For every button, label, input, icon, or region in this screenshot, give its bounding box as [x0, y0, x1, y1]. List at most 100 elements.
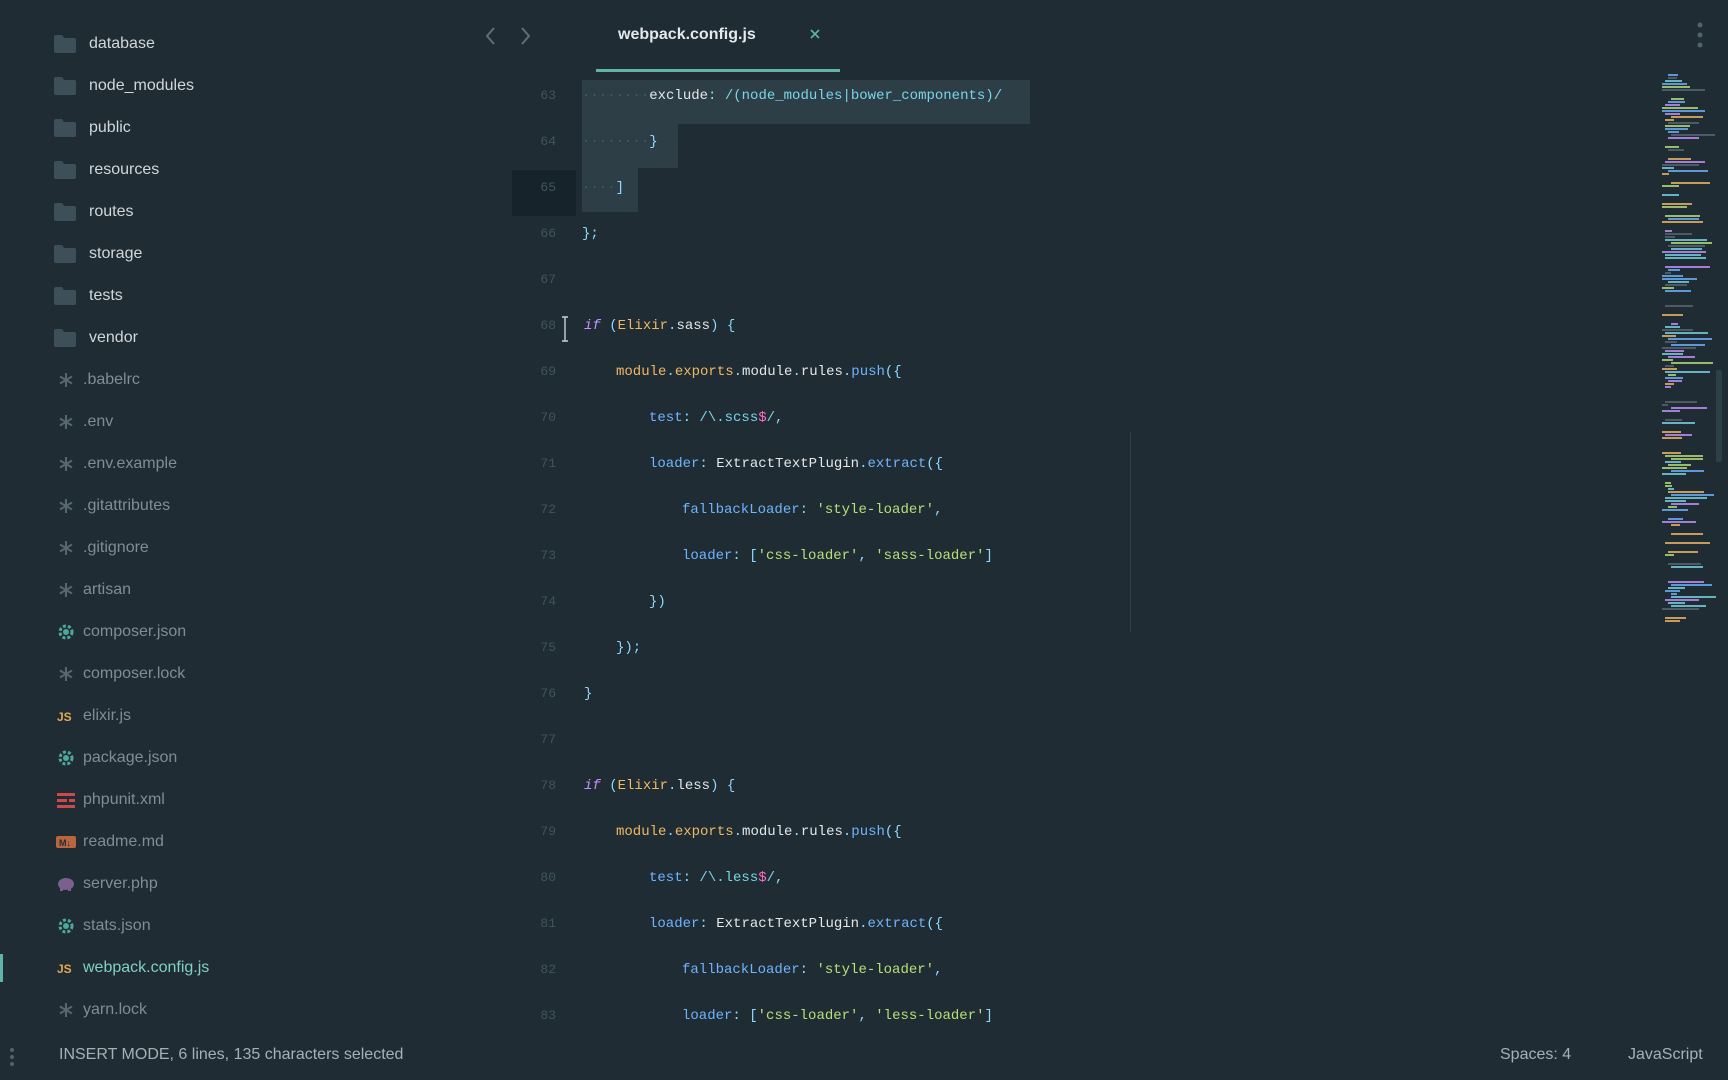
folder-item[interactable]: database: [0, 23, 512, 65]
file-item[interactable]: server.php: [0, 863, 512, 905]
minimap-line: [1665, 284, 1687, 286]
minimap-line: [1662, 410, 1680, 412]
minimap-line: [1668, 338, 1712, 340]
asterisk-icon: [56, 1000, 76, 1020]
asterisk-icon: [56, 538, 76, 558]
folder-item[interactable]: node_modules: [0, 65, 512, 107]
asterisk-icon: [56, 370, 76, 390]
minimap-line: [1662, 329, 1693, 331]
folder-item[interactable]: vendor: [0, 317, 512, 359]
minimap-line: [1665, 341, 1677, 343]
minimap-line: [1665, 236, 1675, 238]
tree-item-label: phpunit.xml: [83, 791, 165, 808]
minimap-line: [1671, 242, 1712, 244]
minimap-line: [1662, 221, 1703, 223]
file-item[interactable]: composer.json: [0, 611, 512, 653]
asterisk-icon: [56, 412, 76, 432]
forward-arrow-icon[interactable]: [516, 24, 534, 48]
tree-item-label: yarn.lock: [83, 1001, 148, 1018]
minimap-line: [1665, 80, 1682, 82]
minimap-line: [1665, 233, 1692, 235]
minimap-line: [1671, 458, 1703, 460]
code-editor[interactable]: 63 ········exclude: /(node_modules|bower_…: [512, 72, 1656, 1032]
minimap-line: [1665, 386, 1671, 388]
file-item[interactable]: stats.json: [0, 905, 512, 947]
code-line: 74}): [540, 594, 666, 610]
status-menu-icon[interactable]: [8, 1046, 16, 1068]
gear-icon: [56, 916, 76, 936]
file-item[interactable]: JS elixir.js: [0, 695, 512, 737]
minimap-line: [1662, 359, 1673, 361]
more-options-icon[interactable]: [1692, 20, 1708, 50]
tree-item-label: server.php: [83, 875, 158, 892]
minimap-line: [1665, 419, 1682, 421]
tree-item-label: package.json: [83, 749, 178, 766]
minimap[interactable]: [1662, 72, 1722, 632]
language-mode[interactable]: JavaScript: [1628, 1046, 1703, 1064]
tree-item-label: vendor: [89, 329, 138, 346]
file-item[interactable]: .babelrc: [0, 359, 512, 401]
file-item[interactable]: package.json: [0, 737, 512, 779]
minimap-line: [1665, 461, 1681, 463]
minimap-line: [1665, 434, 1692, 436]
indentation-setting[interactable]: Spaces: 4: [1500, 1046, 1571, 1064]
folder-item[interactable]: routes: [0, 191, 512, 233]
minimap-line: [1665, 542, 1710, 544]
folder-item[interactable]: public: [0, 107, 512, 149]
code-line: 67: [540, 272, 556, 287]
tree-item-label: composer.lock: [83, 665, 186, 682]
minimap-line: [1671, 98, 1684, 100]
code-line: 76}: [540, 686, 593, 702]
folder-item[interactable]: storage: [0, 233, 512, 275]
close-icon[interactable]: [808, 27, 822, 41]
minimap-line: [1662, 194, 1679, 196]
folder-icon: [53, 160, 77, 180]
file-item[interactable]: phpunit.xml: [0, 779, 512, 821]
minimap-line: [1665, 113, 1680, 115]
minimap-line: [1671, 533, 1703, 535]
tree-item-label: .babelrc: [83, 371, 140, 388]
tab-title: webpack.config.js: [618, 26, 756, 43]
file-item[interactable]: M↓ readme.md: [0, 821, 512, 863]
folder-icon: [53, 34, 77, 54]
code-line: 66};: [540, 226, 599, 242]
folder-item[interactable]: resources: [0, 149, 512, 191]
minimap-line: [1662, 437, 1682, 439]
minimap-line: [1668, 602, 1685, 604]
folder-item[interactable]: tests: [0, 275, 512, 317]
code-line: 69 module.exports.module.rules.push({: [540, 364, 902, 380]
minimap-line: [1662, 251, 1706, 253]
minimap-scrollbar[interactable]: [1716, 370, 1722, 462]
minimap-line: [1671, 362, 1713, 364]
minimap-line: [1662, 86, 1690, 88]
minimap-line: [1665, 371, 1710, 373]
back-arrow-icon[interactable]: [482, 24, 500, 48]
minimap-line: [1668, 356, 1695, 358]
file-item[interactable]: .env.example: [0, 443, 512, 485]
code-line: 83 loader: ['css-loader', 'less-loader']: [540, 1008, 993, 1024]
file-item[interactable]: yarn.lock: [0, 989, 512, 1031]
file-item[interactable]: composer.lock: [0, 653, 512, 695]
file-item[interactable]: .env: [0, 401, 512, 443]
file-item[interactable]: .gitignore: [0, 527, 512, 569]
folder-icon: [53, 328, 77, 348]
minimap-line: [1671, 182, 1710, 184]
tab-webpack-config[interactable]: webpack.config.js: [596, 0, 840, 72]
minimap-line: [1665, 401, 1697, 403]
minimap-line: [1665, 455, 1703, 457]
text-cursor-icon: [562, 316, 568, 342]
minimap-line: [1671, 248, 1702, 250]
tree-item-label: tests: [89, 287, 123, 304]
file-item[interactable]: artisan: [0, 569, 512, 611]
asterisk-icon: [56, 580, 76, 600]
minimap-line: [1668, 563, 1701, 565]
minimap-line: [1665, 377, 1683, 379]
tree-item-label: .gitignore: [83, 539, 149, 556]
asterisk-icon: [56, 664, 76, 684]
file-item[interactable]: JS webpack.config.js: [0, 947, 512, 989]
minimap-line: [1662, 431, 1681, 433]
minimap-line: [1662, 335, 1676, 337]
folder-icon: [53, 118, 77, 138]
file-item[interactable]: .gitattributes: [0, 485, 512, 527]
minimap-line: [1668, 269, 1680, 271]
